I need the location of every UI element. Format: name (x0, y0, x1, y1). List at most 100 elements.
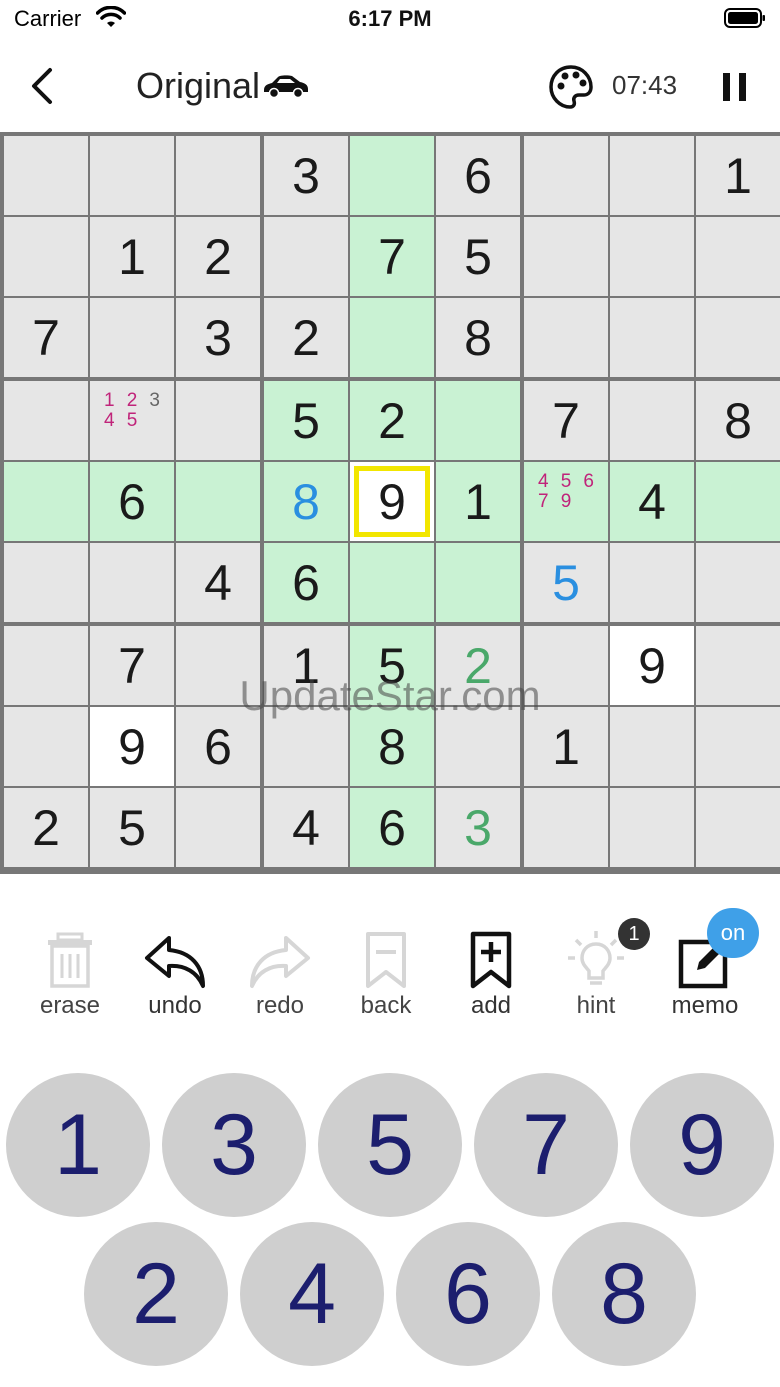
sudoku-cell[interactable]: 2 (436, 626, 520, 705)
pause-icon[interactable] (718, 70, 752, 104)
sudoku-cell[interactable]: 7 (90, 626, 174, 705)
sudoku-cell-selected[interactable]: 9 (350, 462, 434, 541)
sudoku-cell[interactable]: 4 (264, 788, 348, 867)
sudoku-cell[interactable]: 123 45 (90, 381, 174, 460)
sudoku-cell[interactable] (4, 381, 88, 460)
sudoku-cell[interactable] (436, 707, 520, 786)
back-bookmark-button[interactable]: back (336, 920, 436, 1030)
sudoku-cell[interactable] (436, 381, 520, 460)
sudoku-cell[interactable] (696, 298, 780, 377)
sudoku-cell[interactable] (524, 626, 608, 705)
sudoku-cell[interactable] (610, 217, 694, 296)
sudoku-cell[interactable]: 9 (610, 626, 694, 705)
sudoku-cell[interactable]: 7 (350, 217, 434, 296)
sudoku-cell[interactable] (176, 626, 260, 705)
hint-button[interactable]: hint 1 (546, 918, 650, 1030)
sudoku-cell[interactable]: 5 (264, 381, 348, 460)
sudoku-cell[interactable] (696, 462, 780, 541)
numkey-2[interactable]: 2 (84, 1222, 228, 1366)
numkey-4[interactable]: 4 (240, 1222, 384, 1366)
sudoku-cell[interactable]: 1 (436, 462, 520, 541)
sudoku-cell[interactable] (4, 626, 88, 705)
sudoku-cell[interactable]: 6 (90, 462, 174, 541)
sudoku-cell[interactable]: 7 (4, 298, 88, 377)
sudoku-cell[interactable] (176, 136, 260, 215)
sudoku-cell[interactable]: 1 (264, 626, 348, 705)
numkey-6[interactable]: 6 (396, 1222, 540, 1366)
sudoku-cell[interactable]: 2 (350, 381, 434, 460)
sudoku-cell[interactable]: 8 (436, 298, 520, 377)
sudoku-cell[interactable]: 3 (176, 298, 260, 377)
sudoku-cell[interactable]: 1 (524, 707, 608, 786)
sudoku-cell[interactable]: 6 (176, 707, 260, 786)
sudoku-cell[interactable]: 2 (4, 788, 88, 867)
sudoku-cell[interactable] (524, 298, 608, 377)
sudoku-cell[interactable] (350, 543, 434, 622)
sudoku-cell[interactable] (610, 788, 694, 867)
sudoku-cell[interactable] (176, 381, 260, 460)
sudoku-cell[interactable]: 1 (696, 136, 780, 215)
sudoku-cell[interactable] (696, 788, 780, 867)
sudoku-cell[interactable]: 6 (264, 543, 348, 622)
sudoku-cell[interactable]: 1 (90, 217, 174, 296)
sudoku-cell[interactable] (264, 217, 348, 296)
sudoku-cell[interactable] (610, 707, 694, 786)
sudoku-cell[interactable] (176, 462, 260, 541)
sudoku-cell[interactable]: 6 (436, 136, 520, 215)
sudoku-cell[interactable] (350, 298, 434, 377)
back-arrow-icon[interactable] (22, 62, 62, 110)
sudoku-cell[interactable] (4, 707, 88, 786)
sudoku-cell[interactable] (436, 543, 520, 622)
sudoku-cell[interactable] (524, 136, 608, 215)
sudoku-cell[interactable]: 8 (264, 462, 348, 541)
sudoku-cell[interactable]: 8 (696, 381, 780, 460)
undo-button[interactable]: undo (125, 920, 225, 1030)
sudoku-cell[interactable] (696, 707, 780, 786)
sudoku-cell[interactable]: 3 (264, 136, 348, 215)
sudoku-cell[interactable]: 3 (436, 788, 520, 867)
sudoku-cell[interactable] (4, 217, 88, 296)
sudoku-cell[interactable] (4, 543, 88, 622)
sudoku-cell[interactable]: 7 (524, 381, 608, 460)
sudoku-cell[interactable] (264, 707, 348, 786)
add-bookmark-button[interactable]: add (441, 920, 541, 1030)
numkey-5[interactable]: 5 (318, 1073, 462, 1217)
sudoku-cell[interactable] (696, 217, 780, 296)
numkey-1[interactable]: 1 (6, 1073, 150, 1217)
sudoku-cell[interactable] (90, 136, 174, 215)
sudoku-cell[interactable] (696, 543, 780, 622)
numkey-3[interactable]: 3 (162, 1073, 306, 1217)
sudoku-cell[interactable]: 6 (350, 788, 434, 867)
sudoku-cell[interactable] (4, 136, 88, 215)
sudoku-cell[interactable] (524, 788, 608, 867)
sudoku-cell[interactable] (350, 136, 434, 215)
numkey-8[interactable]: 8 (552, 1222, 696, 1366)
palette-icon[interactable] (548, 64, 594, 110)
sudoku-cell[interactable] (610, 381, 694, 460)
sudoku-cell[interactable]: 2 (264, 298, 348, 377)
sudoku-cell[interactable]: 4 (610, 462, 694, 541)
memo-button[interactable]: memo on (655, 908, 759, 1030)
sudoku-cell[interactable]: 2 (176, 217, 260, 296)
sudoku-cell[interactable]: 8 (350, 707, 434, 786)
sudoku-cell[interactable] (610, 543, 694, 622)
sudoku-cell[interactable] (90, 543, 174, 622)
sudoku-cell[interactable]: 5 (90, 788, 174, 867)
sudoku-cell[interactable] (4, 462, 88, 541)
redo-button[interactable]: redo (230, 920, 330, 1030)
sudoku-cell[interactable]: 5 (524, 543, 608, 622)
sudoku-cell[interactable] (90, 298, 174, 377)
sudoku-cell[interactable]: 5 (436, 217, 520, 296)
sudoku-cell[interactable] (610, 136, 694, 215)
sudoku-cell[interactable] (176, 788, 260, 867)
sudoku-cell[interactable] (610, 298, 694, 377)
sudoku-cell[interactable]: 9 (90, 707, 174, 786)
sudoku-cell[interactable] (696, 626, 780, 705)
erase-button[interactable]: erase (20, 920, 120, 1030)
numkey-7[interactable]: 7 (474, 1073, 618, 1217)
sudoku-cell[interactable]: 456 79 (524, 462, 608, 541)
sudoku-cell[interactable]: 4 (176, 543, 260, 622)
sudoku-cell[interactable] (524, 217, 608, 296)
sudoku-cell[interactable]: 5 (350, 626, 434, 705)
numkey-9[interactable]: 9 (630, 1073, 774, 1217)
